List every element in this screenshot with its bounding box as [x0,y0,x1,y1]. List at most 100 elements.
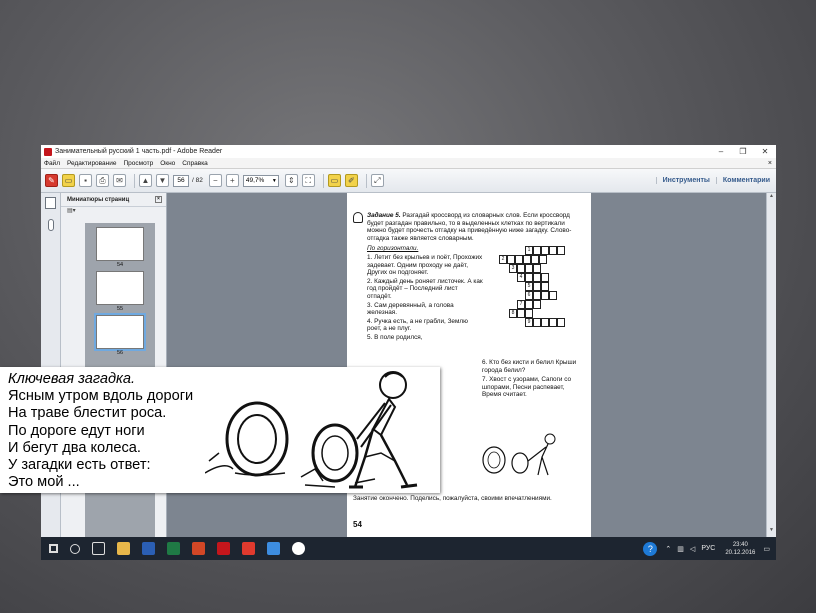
crossword-number: 6 [525,291,533,300]
clue-item: 4. Ручка есть, а не грабли, Землю роет, … [367,317,468,333]
crossword-number: 2 [499,255,507,264]
task-view-icon[interactable] [92,542,105,555]
tools-pane-button[interactable]: Инструменты [655,177,716,184]
page-thumbnails-icon[interactable] [45,197,56,209]
toolbar-separator [322,173,324,188]
thumbnail-label: 55 [116,306,124,312]
adobe-reader-icon [44,147,52,156]
zoom-select[interactable]: 49,7% ▼ [242,174,279,187]
notifications-icon[interactable]: ▭ [763,545,770,553]
clue-item: 6. Кто без кисти и белил Крыши города бе… [482,359,577,374]
create-pdf-icon[interactable]: ✎ [45,174,58,187]
help-icon[interactable]: ? [643,541,658,556]
crossword-cell [525,309,533,318]
email-icon[interactable]: ✉ [113,174,126,187]
show-hidden-icons-icon[interactable]: ⌃ [665,545,671,553]
scroll-up-icon[interactable]: ▲ [767,193,776,203]
page-number-input[interactable]: 56 [173,174,189,187]
print-icon[interactable]: ⎙ [96,174,109,187]
menu-help[interactable]: Справка [182,160,208,167]
word-icon[interactable] [142,542,155,555]
menu-file[interactable]: Файл [44,160,60,167]
thumbnail-label: 54 [116,262,124,268]
previous-page-icon[interactable]: ▲ [139,174,152,187]
thumbnails-options-button[interactable]: ▤▾ [61,207,166,219]
adobe-reader-taskbar-icon[interactable] [217,542,230,555]
crossword-grid: 1 2 3 4 5 6 7 8 9 [499,246,579,327]
zoom-out-icon[interactable]: − [208,174,222,187]
crossword-number: 7 [517,300,525,309]
clue-item: 5. В поле родился, [367,333,423,341]
crossword-cell [533,264,541,273]
yandex-browser-icon[interactable] [242,542,255,555]
crossword-cell [557,318,565,327]
menu-window[interactable]: Окно [160,160,175,167]
zoom-in-icon[interactable]: + [225,174,239,187]
riddle-line: Ясным утром вдоль дороги [8,388,194,405]
title-bar: Занимательный русский 1 часть.pdf - Adob… [41,145,776,158]
highlight-icon[interactable]: ✐ [344,174,358,187]
close-button[interactable]: ✕ [754,147,776,156]
comment-icon[interactable]: ▭ [327,174,341,187]
adobe-reader-window: Занимательный русский 1 часть.pdf - Adob… [41,145,776,560]
yandex-icon[interactable] [292,542,305,555]
search-icon[interactable] [70,543,80,554]
vertical-scrollbar[interactable]: ▲ ▼ [766,193,776,537]
riddle-line: По дороге едут ноги [8,422,145,439]
excel-icon[interactable] [167,542,180,555]
crossword-cell [549,318,557,327]
page-thumbnail[interactable] [96,271,144,305]
page-thumbnail[interactable] [96,227,144,261]
powerpoint-icon[interactable] [192,542,205,555]
crossword-cell [541,246,549,255]
toolbar-separator [134,173,135,188]
scroll-down-icon[interactable]: ▼ [767,527,776,537]
menu-edit[interactable]: Редактирование [67,160,117,167]
crossword-number: 5 [525,282,533,291]
riddle-line: Это мой ... [8,474,80,491]
close-document-button[interactable]: × [768,160,772,167]
crossword-cell [557,246,565,255]
page-thumbnail-selected[interactable] [94,313,146,351]
task-heading: Задание 5. [367,212,401,219]
menu-view[interactable]: Просмотр [124,160,154,167]
fullscreen-icon[interactable]: ⛶ [301,174,315,187]
clue-list: 1. Летит без крыльев и поёт, Прохожих за… [353,254,483,342]
crossword-number: 8 [509,309,517,318]
open-folder-icon[interactable]: ▭ [62,174,75,187]
thumbnails-header: Миниатюры страниц × [61,193,166,207]
page-number: 54 [353,520,362,530]
save-icon[interactable]: ▪ [79,174,92,187]
riddle-line: На траве блестит роса. [8,405,167,422]
attachments-icon[interactable] [47,219,54,231]
expand-icon[interactable]: ⤢ [370,174,384,187]
clue-item: 3. Сам деревянный, а голова железная. [367,301,454,317]
thumbnails-title: Миниатюры страниц [67,196,130,203]
crossword-cell [525,273,533,282]
crossword-cell [533,318,541,327]
clock[interactable]: 23:40 20.12.2016 [725,541,755,557]
crossword-cell [549,246,557,255]
crossword-cell [525,264,533,273]
toolbar: ✎ ▭ ▪ ⎙ ✉ ▲ ▼ 56 / 82 − + 49,7% ▼ ⇕ ⛶ ▭ … [41,169,776,193]
next-page-icon[interactable]: ▼ [156,174,169,187]
file-explorer-icon[interactable] [117,542,130,555]
close-panel-icon[interactable]: × [155,196,162,203]
dropbox-icon[interactable] [267,542,280,555]
clue-item: 1. Летит без крыльев и поёт, Прохожих за… [367,253,483,277]
network-icon[interactable]: ▥ [677,545,684,553]
lightbulb-icon [353,212,363,223]
minimize-button[interactable]: – [710,147,732,156]
windows-start-icon[interactable] [49,544,58,553]
crossword-cell [541,318,549,327]
crossword-cell [531,255,539,264]
maximize-button[interactable]: ❐ [732,147,754,156]
crossword-cell [541,282,549,291]
crossword-cell [541,291,549,300]
comments-pane-button[interactable]: Комментарии [715,177,776,184]
volume-icon[interactable]: ◁ [690,545,695,553]
fit-page-icon[interactable]: ⇕ [284,174,298,187]
windows-taskbar: ? ⌃ ▥ ◁ РУС 23:40 20.12.2016 ▭ [41,537,776,560]
crossword-number: 9 [525,318,533,327]
language-indicator[interactable]: РУС [701,545,715,552]
